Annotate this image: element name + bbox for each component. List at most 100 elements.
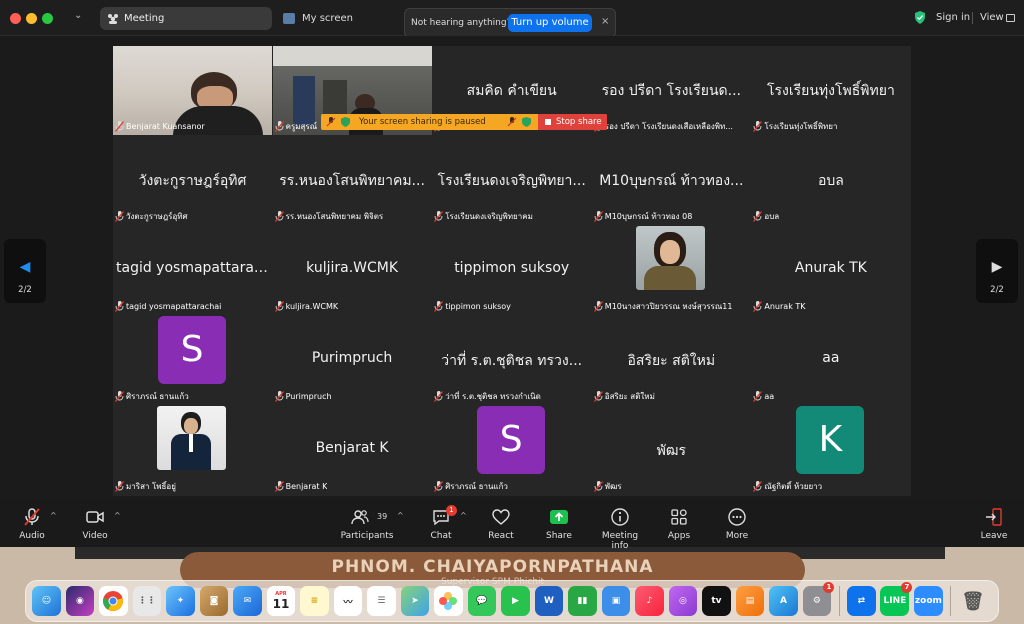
participant-tile[interactable]: โรงเรียนทุ่งโพธิ์พิทยา โรงเรียนทุ่งโพธิ์พ… — [751, 46, 911, 135]
shield-icon[interactable] — [341, 117, 350, 127]
view-grid-icon[interactable] — [1006, 14, 1015, 22]
arrow-right-icon: ▶ — [991, 259, 1003, 275]
participant-tile[interactable]: รอง ปรีดา โรงเรียนด... รอง ปรีดา โรงเรียน… — [591, 46, 751, 135]
shield-icon[interactable] — [914, 11, 926, 24]
participant-tile[interactable]: tagid yosmapattarac... tagid yosmapattara… — [113, 226, 272, 315]
contacts-icon[interactable]: ◙ — [199, 586, 229, 616]
tab-meeting[interactable]: Meeting — [100, 7, 272, 30]
maps-icon[interactable]: ➤ — [400, 586, 430, 616]
keynote-icon[interactable]: ▣ — [601, 586, 631, 616]
participants-options-caret[interactable]: ^ — [397, 511, 404, 520]
participant-tile[interactable]: aa aa — [751, 316, 911, 405]
safari-icon[interactable]: ✦ — [166, 586, 195, 616]
participant-tile[interactable]: วังตะกูราษฎร์อุทิศ วังตะกูราษฎร์อุทิศ — [113, 136, 272, 225]
participant-tile[interactable]: kuljira.WCMK kuljira.WCMK — [272, 226, 432, 315]
apps-button[interactable]: Apps — [664, 507, 694, 541]
participant-display-name: สมคิด คำเขียน — [466, 83, 557, 99]
participant-tile[interactable]: อิสริยะ สติใหม่ อิสริยะ สติใหม่ — [591, 316, 751, 405]
participant-tile[interactable]: Benjarat K Benjarat K — [272, 406, 432, 495]
numbers-icon[interactable]: ▮▮ — [568, 586, 597, 616]
stop-share-button[interactable]: Stop share — [538, 114, 607, 130]
finder-icon[interactable]: ☺ — [32, 586, 61, 616]
calendar-icon[interactable]: APR 11 — [266, 586, 296, 616]
previous-page-button[interactable]: ◀ 2/2 — [4, 239, 46, 303]
mic-muted-icon[interactable] — [507, 117, 517, 127]
chat-options-caret[interactable]: ^ — [460, 511, 467, 520]
audio-button[interactable]: Audio — [16, 507, 48, 541]
word-icon[interactable]: W — [534, 586, 564, 616]
participant-tile[interactable]: พัฒร พัฒร — [591, 406, 751, 495]
participant-tile[interactable]: รร.หนองโสนพิทยาคม... รร.หนองโสนพิทยาคม พิ… — [272, 136, 432, 225]
music-icon[interactable]: ♪ — [635, 586, 664, 616]
leave-icon — [986, 508, 1002, 526]
more-button[interactable]: More — [722, 507, 752, 541]
zoom-icon[interactable]: zoom — [913, 586, 943, 616]
system-settings-icon[interactable]: ⚙ 1 — [802, 582, 835, 616]
photos-icon[interactable] — [434, 586, 463, 616]
app-store-icon[interactable]: A — [769, 586, 798, 616]
participant-tile[interactable]: M10บุษกรณ์ ท้าวทอง... M10บุษกรณ์ ท้าวทอง … — [591, 136, 751, 225]
avatar: S — [477, 406, 546, 474]
line-icon[interactable]: LINE 7 — [880, 582, 913, 616]
window-close-button[interactable] — [10, 13, 21, 24]
participant-tile[interactable]: Benjarat Kuansanor — [113, 46, 272, 135]
window-minimize-button[interactable] — [26, 13, 37, 24]
notes-icon[interactable]: ≡ — [300, 586, 329, 616]
launchpad-icon[interactable]: ⋮⋮ — [132, 586, 162, 616]
shield-icon[interactable] — [522, 117, 531, 127]
participant-tile[interactable]: S ศิราภรณ์ ธานแก้ว — [432, 406, 592, 495]
meeting-info-button[interactable]: Meeting info — [592, 507, 648, 551]
sign-in-link[interactable]: Sign in — [936, 12, 970, 23]
participants-label: Participants — [340, 531, 394, 541]
participant-tile[interactable]: S ศิราภรณ์ ธานแก้ว — [113, 316, 272, 405]
view-button[interactable]: View — [980, 12, 1004, 23]
turn-up-volume-button[interactable]: Turn up volume — [508, 14, 592, 32]
participant-name-label: Benjarat Kuansanor — [126, 122, 205, 131]
audio-label: Audio — [19, 531, 45, 541]
tab-meeting-label: Meeting — [124, 13, 165, 24]
participant-tile[interactable]: มาริสา โพธิ์อยู่ — [113, 406, 272, 495]
chevron-down-icon[interactable]: ⌄ — [74, 10, 82, 21]
teamviewer-icon[interactable]: ⇄ — [846, 586, 876, 616]
participant-name-label: M10บุษกรณ์ ท้าวทอง 08 — [604, 212, 693, 221]
close-icon[interactable]: × — [601, 16, 609, 27]
apple-tv-icon[interactable]: tv — [702, 586, 731, 616]
participant-tile[interactable]: อบล อบล — [751, 136, 911, 225]
participant-tile[interactable]: K ณัฐกิตติ์ ห้วยยาว — [751, 406, 911, 495]
chrome-icon[interactable] — [99, 586, 128, 616]
calendar-day: 11 — [272, 597, 290, 611]
facetime-icon[interactable]: ▶ — [501, 586, 530, 616]
video-button[interactable]: Video — [80, 507, 110, 541]
participant-tile[interactable]: ว่าที่ ร.ต.ชุติชล ทรวง... ว่าที่ ร.ต.ชุติ… — [432, 316, 592, 405]
reminders-icon[interactable]: ☰ — [367, 586, 396, 616]
share-button[interactable]: Share — [544, 507, 574, 541]
trash-icon[interactable]: 🗑 — [958, 586, 987, 616]
participant-tile[interactable]: Anurak TK Anurak TK — [751, 226, 911, 315]
mail-icon[interactable]: ✉ — [233, 586, 262, 616]
participant-name-label: โรงเรียนดงเจริญพิทยาคม — [445, 212, 533, 221]
books-icon[interactable]: ▤ — [735, 586, 765, 616]
line-badge: 7 — [901, 582, 913, 593]
window-maximize-button[interactable] — [42, 13, 53, 24]
mic-muted-icon[interactable] — [326, 117, 336, 127]
video-options-caret[interactable]: ^ — [114, 511, 121, 520]
participant-tile[interactable]: M10นางสาวปิยวรรณ หงษ์สุวรรณ11 — [591, 226, 751, 315]
leave-button[interactable]: Leave — [978, 507, 1010, 541]
next-page-button[interactable]: ▶ 2/2 — [976, 239, 1018, 303]
siri-icon[interactable]: ◉ — [65, 586, 95, 616]
tab-my-screen[interactable]: My screen — [283, 7, 353, 30]
volume-notice: Not hearing anything? Turn up volume × — [404, 8, 616, 38]
desktop-sign-text: PHNOM. CHAIYAPORNPATHANA — [331, 557, 654, 577]
share-label: Share — [546, 531, 572, 541]
podcasts-icon[interactable]: ◎ — [668, 586, 698, 616]
react-button[interactable]: React — [486, 507, 516, 541]
participant-tile[interactable]: Purimpruch Purimpruch — [272, 316, 432, 405]
participant-name-label: ว่าที่ ร.ต.ชุติชล ทรวงกำเนิด — [445, 392, 541, 401]
participant-tile[interactable]: โรงเรียนดงเจริญพิทยา... โรงเรียนดงเจริญพิ… — [432, 136, 592, 225]
more-dots-icon — [728, 508, 746, 526]
participant-display-name: kuljira.WCMK — [306, 260, 399, 276]
participant-tile[interactable]: tippimon suksoy tippimon suksoy — [432, 226, 592, 315]
messages-icon[interactable]: 💬 — [467, 586, 497, 616]
freeform-icon[interactable]: 〰 — [333, 586, 363, 616]
audio-options-caret[interactable]: ^ — [50, 511, 57, 520]
